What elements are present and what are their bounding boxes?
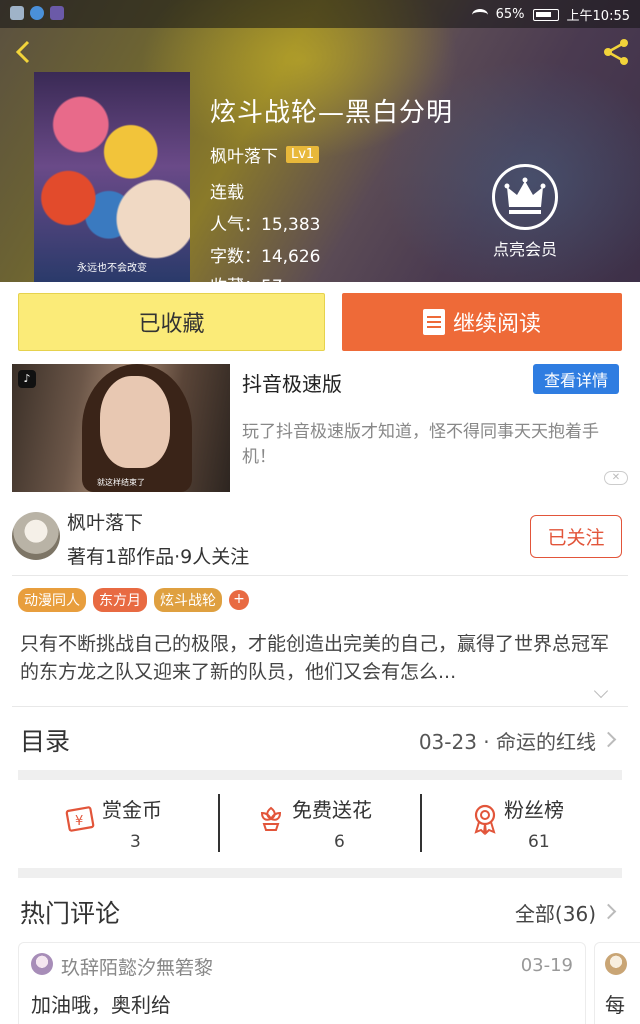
tag-list: 动漫同人 东方月 炫斗战轮 + xyxy=(18,588,249,612)
stat-label: 粉丝榜 xyxy=(504,798,564,822)
stat-value: 61 xyxy=(528,832,550,852)
stat-value: 6 xyxy=(334,832,345,852)
medal-icon xyxy=(474,804,496,836)
chevron-left-icon xyxy=(15,40,30,64)
word-count: 字数：14,626 xyxy=(210,247,321,267)
stat-label: 免费送花 xyxy=(292,798,372,822)
clock: 上午10:55 xyxy=(566,9,630,24)
comment-card[interactable]: 玖辞陌懿汐無箬黎 03-19 加油哦，奥利给 xyxy=(18,942,586,1024)
svg-text:¥: ¥ xyxy=(75,814,83,829)
book-detail-content: 已收藏 继续阅读 ♪ 就这样结束了 抖音极速版 查看详情 玩了抖音极速版才知道，… xyxy=(0,282,640,1024)
status-bar: 65% 上午10:55 xyxy=(0,0,640,28)
stat-label: 赏金币 xyxy=(102,798,162,822)
collect-count: 收藏：57 xyxy=(210,272,283,282)
book-icon xyxy=(422,309,445,335)
vip-button[interactable]: 点亮会员 xyxy=(486,164,564,260)
cloud-icon xyxy=(10,6,24,20)
stats-row: ¥ 赏金币 3 免费送花 6 粉丝榜 61 xyxy=(18,788,622,858)
comment-user[interactable]: 玖辞陌懿汐無箬黎 xyxy=(61,953,213,980)
coin-ticket-icon: ¥ xyxy=(65,806,95,832)
crown-icon xyxy=(492,164,558,230)
divider xyxy=(420,794,422,852)
battery-icon xyxy=(532,8,559,21)
ad-close-button[interactable]: ✕ xyxy=(604,471,628,485)
share-button[interactable] xyxy=(600,36,632,68)
battery-percent: 65% xyxy=(495,7,525,22)
notification-icons xyxy=(10,6,64,20)
ad-detail-button[interactable]: 查看详情 xyxy=(533,364,619,394)
game-icon xyxy=(50,6,64,20)
ad-title[interactable]: 抖音极速版 xyxy=(242,368,342,397)
chevron-right-icon[interactable] xyxy=(600,731,617,748)
author-line: 枫叶落下 Lv1 xyxy=(210,142,320,167)
author-avatar[interactable] xyxy=(12,512,60,560)
author-card-name[interactable]: 枫叶落下 xyxy=(67,508,143,535)
share-icon xyxy=(604,39,628,65)
comment-text: 加油哦，奥利给 xyxy=(31,993,171,1017)
comment-card[interactable]: 每 xyxy=(594,942,640,1024)
comment-date: 03-19 xyxy=(520,955,573,976)
continue-reading-label: 继续阅读 xyxy=(452,312,541,337)
divider xyxy=(12,706,628,707)
book-header: 65% 上午10:55 永远也不会改变 炫斗战轮—黑白分明 枫叶落下 Lv1 连… xyxy=(0,0,640,282)
collected-button[interactable]: 已收藏 xyxy=(18,293,325,351)
ad-face xyxy=(100,376,170,468)
back-button[interactable] xyxy=(8,36,40,68)
avatar[interactable] xyxy=(31,953,53,975)
flower-icon xyxy=(260,806,282,831)
continue-reading-button[interactable]: 继续阅读 xyxy=(342,293,622,351)
toc-title[interactable]: 目录 xyxy=(20,722,70,758)
section-separator xyxy=(18,770,622,780)
tag-item[interactable]: 炫斗战轮 xyxy=(154,588,222,612)
divider xyxy=(218,794,220,852)
tag-item[interactable]: 动漫同人 xyxy=(18,588,86,612)
book-title: 炫斗战轮—黑白分明 xyxy=(210,98,454,128)
cover-caption: 永远也不会改变 xyxy=(77,263,147,274)
add-tag-button[interactable]: + xyxy=(229,590,249,610)
app-icon xyxy=(30,6,44,20)
author-name[interactable]: 枫叶落下 xyxy=(210,142,278,167)
tag-item[interactable]: 东方月 xyxy=(93,588,147,612)
chevron-down-icon[interactable] xyxy=(593,683,609,699)
all-comments-link[interactable]: 全部(36) xyxy=(515,898,596,927)
popularity: 人气：15,383 xyxy=(210,215,321,235)
comment-text: 每 xyxy=(605,993,625,1017)
fan-ranking-button[interactable]: 粉丝榜 61 xyxy=(464,788,640,858)
level-badge: Lv1 xyxy=(286,146,320,163)
author-card-stats: 著有1部作品·9人关注 xyxy=(67,546,250,568)
ad-image[interactable]: ♪ 就这样结束了 xyxy=(12,364,230,492)
tiktok-logo-icon: ♪ xyxy=(18,370,36,388)
section-separator xyxy=(18,868,622,878)
ad-image-caption: 就这样结束了 xyxy=(97,478,145,487)
chevron-right-icon[interactable] xyxy=(600,903,617,920)
divider xyxy=(12,575,628,576)
stat-value: 3 xyxy=(130,832,141,852)
book-cover[interactable]: 永远也不会改变 xyxy=(34,72,190,282)
hot-comments-title: 热门评论 xyxy=(20,899,121,928)
cover-illustration xyxy=(34,72,190,282)
wifi-icon xyxy=(471,8,488,21)
ad-description[interactable]: 玩了抖音极速版才知道，怪不得同事天天抱着手机！ xyxy=(242,420,622,470)
avatar[interactable] xyxy=(605,953,627,975)
latest-chapter[interactable]: 03-23 · 命运的红线 xyxy=(419,726,596,755)
book-summary[interactable]: 只有不断挑战自己的极限，才能创造出完美的自己，赢得了世界总冠军的东方龙之队又迎来… xyxy=(20,630,620,686)
serial-status: 连载 xyxy=(210,183,244,203)
follow-button[interactable]: 已关注 xyxy=(530,515,622,558)
vip-label: 点亮会员 xyxy=(492,240,557,259)
status-right: 65% 上午10:55 xyxy=(471,5,630,24)
reward-coins-button[interactable]: ¥ 赏金币 3 xyxy=(58,788,258,858)
